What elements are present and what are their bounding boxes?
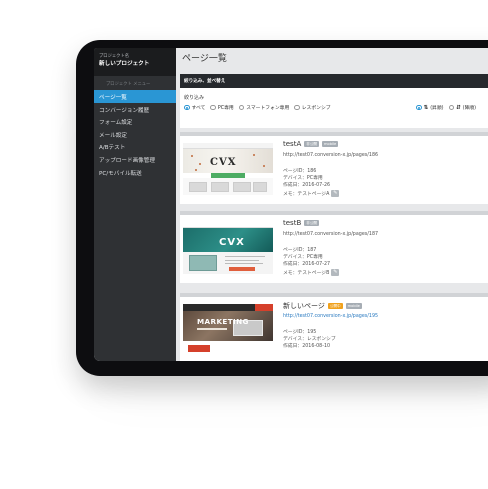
page-created: 作成日：2016-07-27	[283, 262, 331, 267]
page-title-row: testB 非公開	[283, 219, 320, 227]
page-id: ページID：187	[283, 248, 317, 253]
page-device: デバイス：レスポンシブ	[283, 337, 336, 342]
sidebar: プロジェクト名 新しいプロジェクト プロジェクト メニュー ページ一覧 コンバー…	[94, 48, 176, 361]
page-name[interactable]: testB	[283, 219, 301, 227]
sidebar-item-form-settings[interactable]: フォーム設定	[94, 115, 176, 128]
page-created: 作成日：2016-08-10	[283, 344, 331, 349]
sidebar-item-mail-settings[interactable]: メール設定	[94, 128, 176, 141]
sidebar-section-label: プロジェクト メニュー	[106, 82, 151, 87]
page-created: 作成日：2016-07-26	[283, 183, 331, 188]
page-id: ページID：195	[283, 330, 317, 335]
page-memo: メモ：テストページA ✎	[283, 190, 340, 197]
page-url[interactable]: http://test07.conversion-x.jp/pages/195	[283, 314, 378, 319]
page-url[interactable]: http://test07.conversion-x.jp/pages/187	[283, 232, 378, 237]
page-name[interactable]: testA	[283, 140, 301, 148]
sidebar-item-page-list[interactable]: ページ一覧	[94, 90, 176, 103]
main-content: ページ一覧 絞り込み、並べ替え 絞り込み すべて PC専用 スマートフォン専用 …	[176, 48, 488, 361]
page-device: デバイス：PC専用	[283, 176, 323, 181]
thumbnail-headline: MARKETING	[197, 317, 249, 326]
radio-icon[interactable]	[210, 104, 216, 111]
edit-memo-button[interactable]: ✎	[331, 269, 340, 276]
sort-option-asc[interactable]: ⇅ (昇順)	[416, 104, 444, 111]
page-title-row: 新しいページ 公開中 mobile	[283, 301, 362, 311]
page-thumbnail[interactable]: CVX	[183, 143, 273, 195]
project-header[interactable]: プロジェクト名 新しいプロジェクト	[94, 48, 176, 76]
sidebar-item-image-upload[interactable]: アップロード画像管理	[94, 153, 176, 166]
filter-label: 絞り込み	[184, 95, 205, 101]
sidebar-item-ab-test[interactable]: A/Bテスト	[94, 140, 176, 153]
page-title: ページ一覧	[182, 54, 227, 64]
page-card[interactable]: CVX testA 非公開 mobile http://test07.conve…	[180, 132, 488, 204]
page-name[interactable]: 新しいページ	[283, 301, 325, 311]
page-url[interactable]: http://test07.conversion-x.jp/pages/186	[283, 153, 378, 158]
sidebar-item-pc-mobile-transfer[interactable]: PC/モバイル転送	[94, 166, 176, 179]
sort-asc-icon: ⇵	[456, 104, 461, 111]
filter-options: すべて PC専用 スマートフォン専用 レスポンシブ	[184, 104, 336, 111]
page-device: デバイス：PC専用	[283, 255, 323, 260]
status-badge: 公開中	[327, 303, 343, 309]
app-screen: プロジェクト名 新しいプロジェクト プロジェクト メニュー ページ一覧 コンバー…	[94, 48, 488, 361]
device-badge: mobile	[322, 141, 339, 147]
sort-options: ⇅ (昇順) ⇵ (降順)	[416, 104, 481, 111]
filter-option-all[interactable]: すべて	[184, 104, 205, 111]
pencil-icon: ✎	[333, 190, 338, 196]
page-id: ページID：186	[283, 169, 317, 174]
radio-icon[interactable]	[184, 104, 190, 111]
filter-option-responsive[interactable]: レスポンシブ	[294, 104, 331, 111]
radio-icon[interactable]	[294, 104, 300, 111]
page-thumbnail[interactable]: MARKETING	[183, 304, 273, 356]
page-card[interactable]: CVX testB 非公開 http://test07.conversion-x…	[180, 211, 488, 283]
project-name: 新しいプロジェクト	[99, 61, 150, 67]
pencil-icon: ✎	[333, 269, 338, 275]
page-title-row: testA 非公開 mobile	[283, 140, 339, 148]
radio-icon[interactable]	[416, 104, 422, 111]
stage: プロジェクト名 新しいプロジェクト プロジェクト メニュー ページ一覧 コンバー…	[0, 0, 488, 489]
filter-panel: 絞り込み、並べ替え 絞り込み すべて PC専用 スマートフォン専用 レスポンシブ…	[180, 74, 488, 128]
filter-panel-header: 絞り込み、並べ替え	[180, 74, 488, 88]
status-badge: 非公開	[304, 141, 320, 147]
sort-option-desc[interactable]: ⇵ (降順)	[448, 104, 476, 111]
page-card[interactable]: MARKETING 新しいページ 公開中 mobile http://test0…	[180, 293, 488, 361]
device-badge: mobile	[345, 303, 362, 309]
thumbnail-logo-text: CVX	[219, 237, 245, 248]
radio-icon[interactable]	[238, 104, 245, 111]
status-badge: 非公開	[304, 220, 320, 226]
sort-desc-icon: ⇅	[423, 104, 429, 111]
sidebar-item-conversion-history[interactable]: コンバージョン履歴	[94, 103, 176, 116]
filter-option-smartphone[interactable]: スマートフォン専用	[238, 104, 289, 111]
thumbnail-logo-text: CVX	[210, 157, 237, 168]
radio-icon[interactable]	[448, 104, 455, 111]
page-thumbnail[interactable]: CVX	[183, 222, 273, 274]
filter-option-pc[interactable]: PC専用	[210, 104, 234, 111]
edit-memo-button[interactable]: ✎	[331, 190, 340, 197]
page-memo: メモ：テストページB ✎	[283, 269, 340, 276]
